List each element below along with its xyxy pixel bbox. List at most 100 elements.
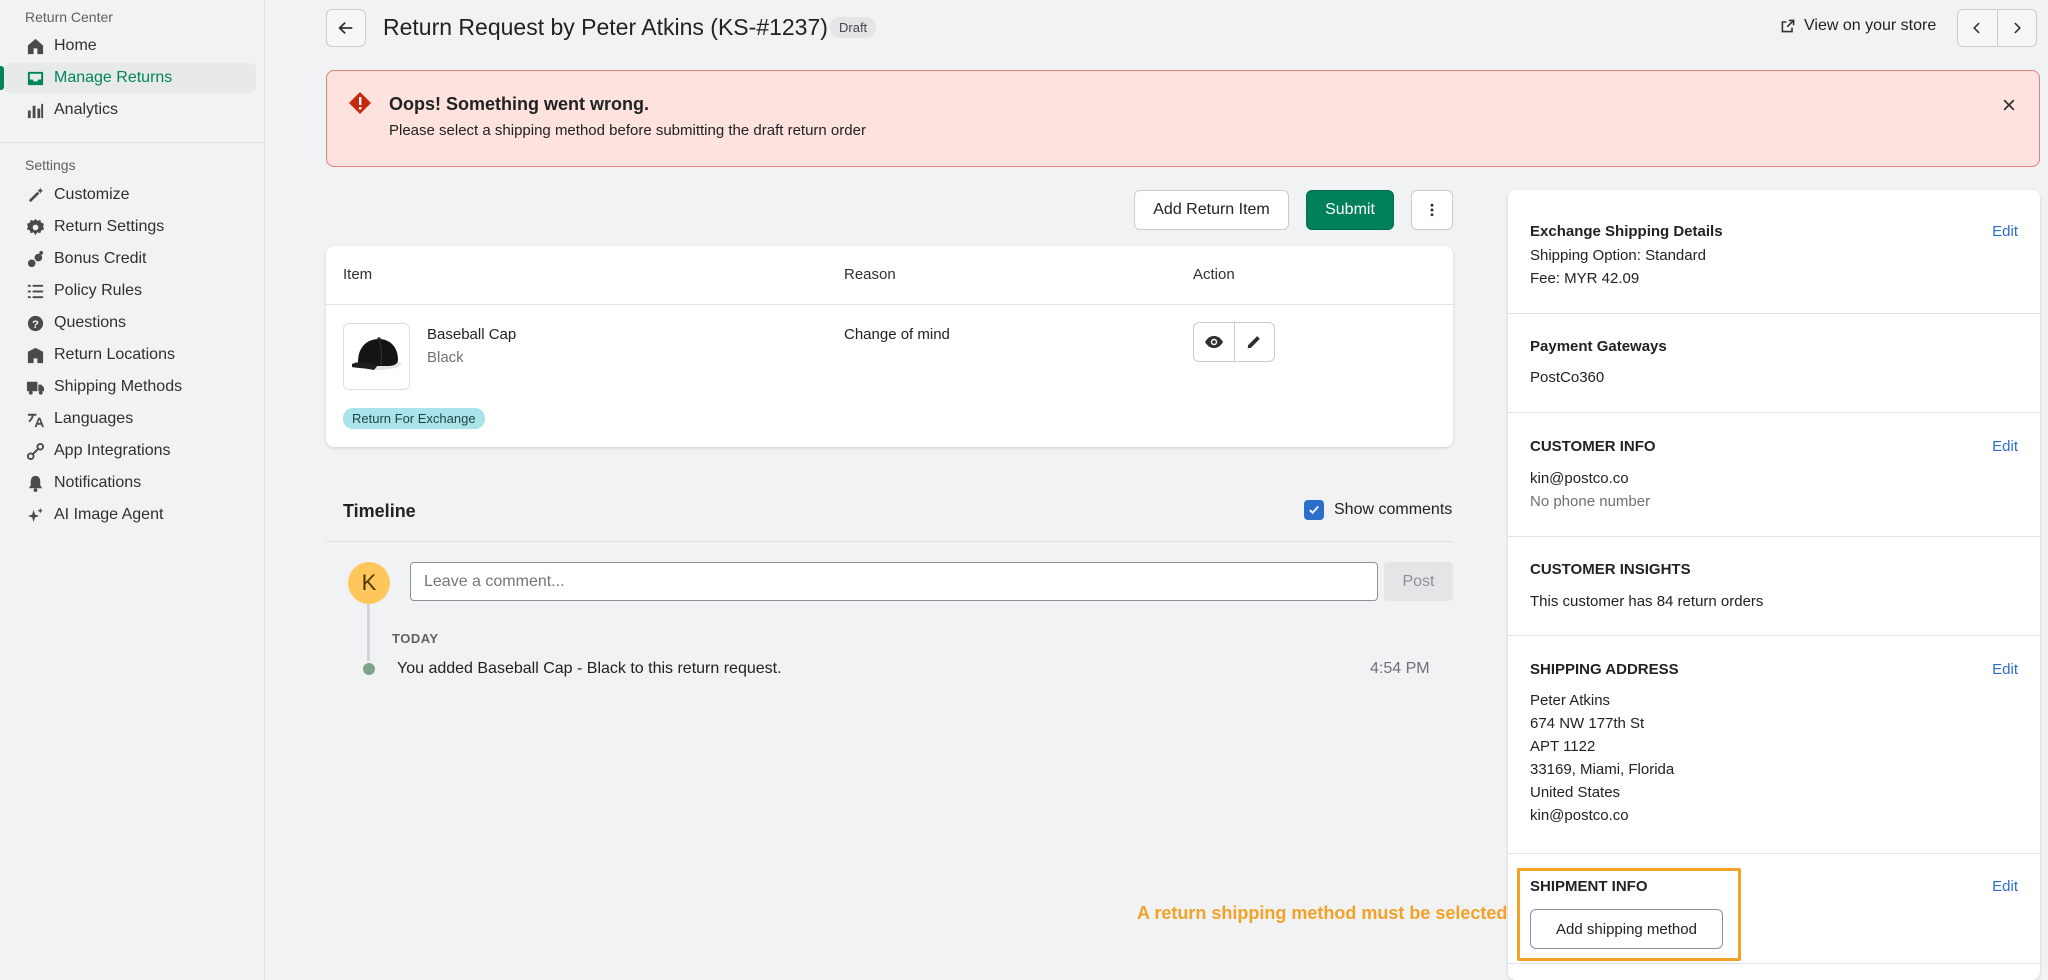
submit-button[interactable]: Submit (1306, 190, 1394, 230)
column-header-reason: Reason (844, 266, 896, 283)
dismiss-banner-button[interactable] (1999, 95, 2019, 115)
sidebar-item-home[interactable]: Home (4, 31, 256, 61)
shipping-option-text: Shipping Option: Standard (1530, 247, 1706, 264)
sidebar-item-bonus-credit[interactable]: Bonus Credit (4, 244, 256, 274)
pencil-icon (1247, 336, 1261, 349)
inbox-icon (25, 68, 45, 88)
product-thumbnail (343, 323, 410, 390)
table-header-divider (326, 304, 1453, 305)
arrow-left-icon (338, 21, 353, 35)
sidebar-item-label: AI Image Agent (54, 506, 164, 523)
sidebar-item-label: Customize (54, 186, 130, 203)
sidebar-item-label: Manage Returns (54, 69, 173, 86)
customer-insights-text: This customer has 84 return orders (1530, 593, 1764, 610)
sidebar-item-label: Analytics (54, 101, 119, 118)
page-title: Return Request by Peter Atkins (KS-#1237… (383, 14, 828, 40)
coins-icon (25, 249, 45, 269)
edit-shipment-info-link[interactable]: Edit (1992, 878, 2018, 895)
item-action-group (1193, 322, 1275, 362)
sidebar-divider (0, 142, 265, 143)
baseball-cap-image (352, 337, 401, 370)
return-type-badge: Return For Exchange (343, 408, 485, 429)
error-banner: Oops! Something went wrong. Please selec… (326, 70, 2040, 167)
sidebar-item-label: Policy Rules (54, 282, 143, 299)
back-button[interactable] (326, 9, 366, 47)
sidebar-item-label: Shipping Methods (54, 378, 183, 395)
sidebar-item-return-settings[interactable]: Return Settings (4, 212, 256, 242)
address-line: Peter Atkins (1530, 692, 1611, 709)
sidebar-section-return-center: Return Center (25, 9, 113, 25)
bar-chart-icon (25, 100, 45, 120)
integration-icon (25, 441, 45, 461)
view-on-store-link[interactable]: View on your store (1780, 17, 1936, 35)
building-icon (25, 345, 45, 365)
edit-shipping-address-link[interactable]: Edit (1992, 661, 2018, 678)
close-icon (2003, 99, 2015, 111)
prev-next-nav (1957, 9, 2037, 47)
column-header-item: Item (343, 266, 373, 283)
show-comments-toggle[interactable]: Show comments (1304, 500, 1452, 520)
more-actions-button[interactable] (1411, 190, 1453, 230)
sidebar-item-label: Return Settings (54, 218, 165, 235)
item-name: Baseball Cap (427, 326, 517, 343)
sidebar-item-analytics[interactable]: Analytics (4, 95, 256, 125)
highlight-box (1517, 868, 1741, 961)
sidebar-item-notifications[interactable]: Notifications (4, 468, 256, 498)
view-item-button[interactable] (1194, 323, 1235, 361)
sidebar-item-label: Bonus Credit (54, 250, 147, 267)
customer-info-title: CUSTOMER INFO (1530, 438, 1656, 455)
external-link-icon (1781, 19, 1795, 33)
previous-button[interactable] (1958, 10, 1998, 46)
address-line: APT 1122 (1530, 738, 1596, 755)
sidebar-item-customize[interactable]: Customize (4, 180, 256, 210)
address-line: kin@postco.co (1530, 807, 1629, 824)
banner-title: Oops! Something went wrong. (389, 94, 649, 114)
comment-input[interactable] (410, 562, 1378, 601)
show-comments-checkbox[interactable] (1304, 500, 1324, 520)
sidebar: Return Center Home Manage Returns Analyt… (0, 0, 265, 980)
sidebar-section-settings: Settings (25, 157, 76, 173)
address-line: 674 NW 177th St (1530, 715, 1645, 732)
edit-item-button[interactable] (1235, 323, 1275, 361)
next-button[interactable] (1998, 10, 2037, 46)
question-icon: ? (25, 313, 45, 333)
item-reason: Change of mind (844, 326, 950, 343)
avatar: K (348, 562, 390, 604)
sidebar-item-shipping-methods[interactable]: Shipping Methods (4, 372, 256, 402)
annotation-text: A return shipping method must be selecte… (1137, 903, 1508, 923)
sidebar-item-policy-rules[interactable]: Policy Rules (4, 276, 256, 306)
return-items-card: Item Reason Action Baseball Cap Black Ch… (326, 246, 1453, 447)
timeline-divider (326, 541, 1453, 542)
view-on-store-label: View on your store (1804, 17, 1937, 34)
sidebar-item-ai-image-agent[interactable]: AI Image Agent (4, 500, 256, 530)
sidebar-item-label: Questions (54, 314, 127, 331)
more-vertical-icon (1430, 203, 1434, 217)
gear-icon (25, 217, 45, 237)
timeline-event-text: You added Baseball Cap - Black to this r… (397, 660, 782, 677)
timeline-event-time: 4:54 PM (1370, 660, 1430, 677)
shipping-address-section: SHIPPING ADDRESS Edit Peter Atkins 674 N… (1508, 636, 2040, 854)
post-comment-button[interactable]: Post (1384, 562, 1453, 601)
item-variant: Black (427, 349, 464, 366)
sidebar-item-label: Home (54, 37, 97, 54)
add-return-item-button[interactable]: Add Return Item (1134, 190, 1289, 230)
status-badge: Draft (830, 17, 877, 38)
payment-gateways-title: Payment Gateways (1530, 338, 1667, 355)
sidebar-item-label: Return Locations (54, 346, 175, 363)
payment-gateway-value: PostCo360 (1530, 369, 1605, 386)
details-side-card: Exchange Shipping Details Edit Shipping … (1508, 190, 2040, 980)
address-line: United States (1530, 784, 1621, 801)
exchange-shipping-section: Exchange Shipping Details Edit Shipping … (1508, 190, 2040, 314)
sidebar-item-languages[interactable]: Languages (4, 404, 256, 434)
sidebar-item-manage-returns[interactable]: Manage Returns (0, 63, 256, 93)
sidebar-item-label: Languages (54, 410, 134, 427)
sidebar-item-return-locations[interactable]: Return Locations (4, 340, 256, 370)
truck-icon (25, 377, 45, 397)
edit-exchange-shipping-link[interactable]: Edit (1992, 223, 2018, 240)
payment-gateways-section: Payment Gateways PostCo360 (1508, 314, 2040, 413)
exchange-shipping-title: Exchange Shipping Details (1530, 223, 1723, 240)
sidebar-item-app-integrations[interactable]: App Integrations (4, 436, 256, 466)
edit-customer-info-link[interactable]: Edit (1992, 438, 2018, 455)
customer-info-section: CUSTOMER INFO Edit kin@postco.co No phon… (1508, 413, 2040, 537)
sidebar-item-questions[interactable]: ? Questions (4, 308, 256, 338)
